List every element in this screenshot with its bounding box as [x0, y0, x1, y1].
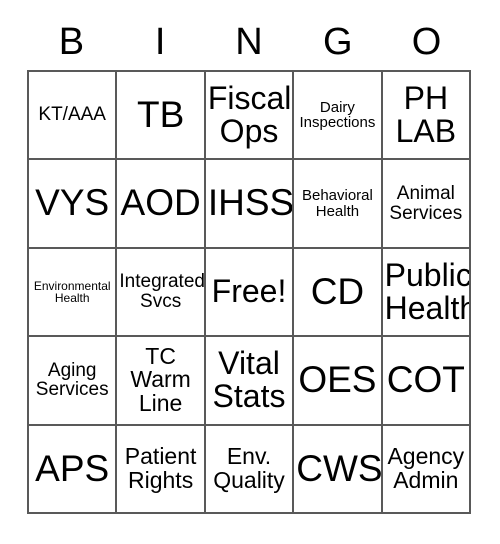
bingo-cell[interactable]: Aging Services: [29, 337, 118, 426]
bingo-cell[interactable]: PH LAB: [382, 72, 472, 161]
bingo-cell-label: PH LAB: [395, 79, 457, 150]
bingo-cell[interactable]: VYS: [29, 160, 118, 249]
bingo-cell[interactable]: APS: [29, 425, 118, 515]
bingo-cell-label: Integrated Svcs: [119, 271, 205, 313]
bingo-cell-label: Animal Services: [389, 182, 463, 224]
bingo-cell[interactable]: Environmental Health: [29, 248, 118, 338]
bingo-cell[interactable]: OES: [294, 337, 383, 426]
bingo-card: B I N G O KT/AAA TB Fiscal Ops Dairy Inspec…: [27, 13, 472, 515]
bingo-cell[interactable]: TC Warm Line: [117, 337, 206, 426]
bingo-cell-label: CD: [310, 270, 365, 312]
bingo-cell-label: Fiscal Ops: [207, 79, 292, 150]
bingo-cell-label: APS: [35, 447, 110, 489]
bingo-cell[interactable]: Fiscal Ops: [205, 72, 295, 161]
bingo-cell-label: Free!: [211, 273, 287, 310]
bingo-cell[interactable]: Animal Services: [382, 160, 472, 249]
bingo-cell[interactable]: COT: [382, 337, 472, 426]
bingo-free-space[interactable]: Free!: [205, 248, 295, 338]
header-letter-i: I: [154, 20, 166, 63]
bingo-row: VYS AOD IHSS Behavioral Health Animal Servic…: [29, 160, 472, 249]
bingo-row: Aging Services TC Warm Line Vital Stats OES…: [29, 337, 472, 426]
bingo-cell-label: VYS: [35, 182, 110, 224]
bingo-cell[interactable]: Patient Rights: [117, 425, 206, 515]
bingo-cell-label: TC Warm Line: [130, 342, 191, 417]
bingo-cell-label: AOD: [120, 182, 201, 224]
bingo-cell-label: Dairy Inspections: [299, 98, 376, 132]
bingo-cell-label: IHSS: [207, 182, 295, 224]
bingo-cell[interactable]: TB: [117, 72, 206, 161]
bingo-cell[interactable]: CWS: [294, 425, 383, 515]
bingo-cell[interactable]: Integrated Svcs: [117, 248, 206, 338]
bingo-cell[interactable]: CD: [294, 248, 383, 338]
header-letter-o: O: [411, 20, 442, 63]
bingo-cell-label: Public Health: [384, 256, 472, 327]
bingo-grid: KT/AAA TB Fiscal Ops Dairy Inspections PH LA…: [27, 70, 472, 515]
bingo-cell-label: OES: [298, 359, 377, 401]
bingo-cell-label: COT: [386, 359, 465, 401]
bingo-cell-label: Vital Stats: [212, 345, 286, 415]
bingo-cell-label: Behavioral Health: [301, 187, 373, 220]
bingo-row: APS Patient Rights Env. Quality CWS Agency A…: [29, 425, 472, 515]
bingo-cell-label: Aging Services: [35, 359, 109, 401]
bingo-cell-label: CWS: [296, 447, 383, 489]
bingo-cell-label: TB: [136, 93, 185, 135]
header-letter-g: G: [323, 20, 353, 63]
bingo-cell-label: Patient Rights: [124, 442, 197, 493]
bingo-cell[interactable]: AOD: [117, 160, 206, 249]
bingo-row: KT/AAA TB Fiscal Ops Dairy Inspections PH LA…: [29, 72, 472, 161]
bingo-cell[interactable]: Agency Admin: [382, 425, 472, 515]
bingo-cell-label: Environmental Health: [33, 278, 111, 306]
bingo-cell[interactable]: Dairy Inspections: [294, 72, 383, 161]
bingo-cell-label: Agency Admin: [387, 442, 465, 493]
bingo-cell[interactable]: Public Health: [382, 248, 472, 338]
bingo-cell[interactable]: Behavioral Health: [294, 160, 383, 249]
bingo-header: B I N G O: [27, 13, 471, 70]
bingo-cell[interactable]: KT/AAA: [29, 72, 118, 161]
header-letter-b: B: [58, 20, 85, 63]
header-letter-n: N: [235, 20, 263, 63]
bingo-row: Environmental Health Integrated Svcs Free!…: [29, 248, 472, 338]
bingo-cell[interactable]: IHSS: [205, 160, 295, 249]
bingo-cell[interactable]: Env. Quality: [205, 425, 295, 515]
bingo-cell-label: Env. Quality: [213, 442, 285, 493]
bingo-cell[interactable]: Vital Stats: [205, 337, 295, 426]
bingo-cell-label: KT/AAA: [38, 104, 106, 126]
